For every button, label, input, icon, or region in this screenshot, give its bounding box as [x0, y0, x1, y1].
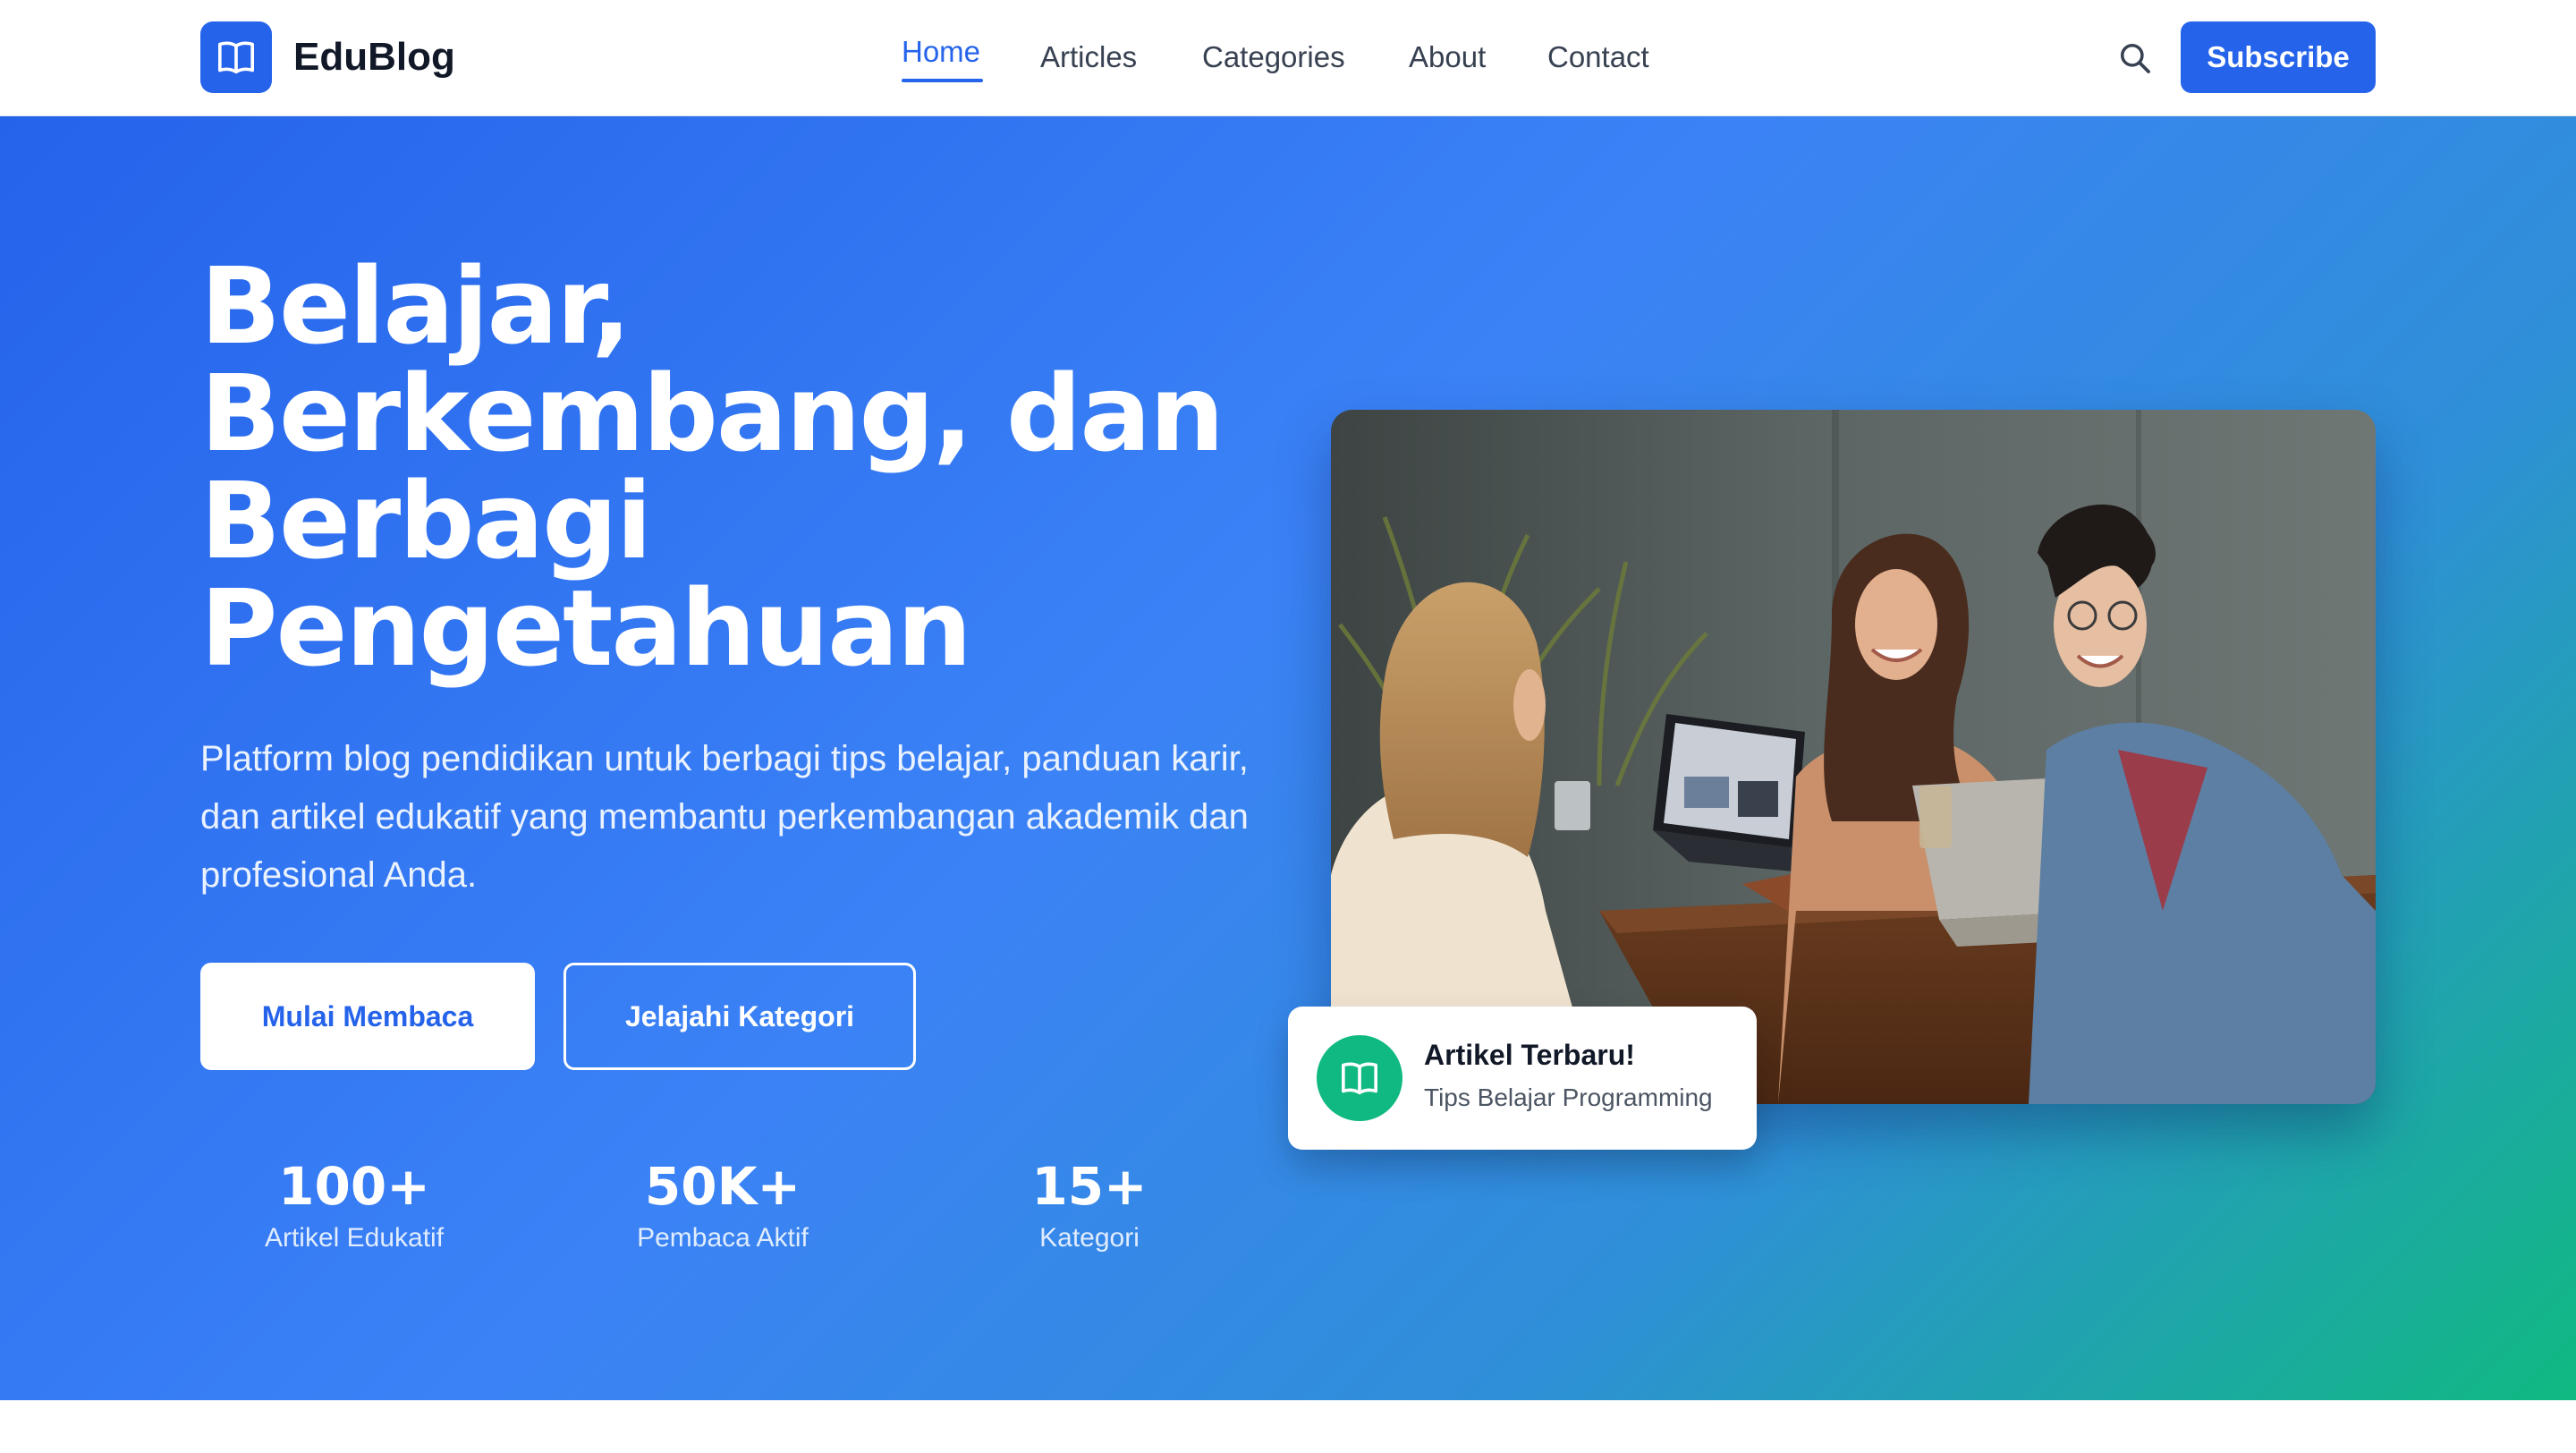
- search-button[interactable]: [2113, 36, 2157, 81]
- notification-title: Artikel Terbaru!: [1424, 1039, 1635, 1071]
- hero-title-line: Pengetahuan: [200, 566, 972, 690]
- explore-categories-button[interactable]: Jelajahi Kategori: [564, 963, 916, 1070]
- nav-contact[interactable]: Contact: [1547, 32, 1649, 82]
- nav-categories[interactable]: Categories: [1202, 32, 1345, 82]
- nav-articles[interactable]: Articles: [1040, 32, 1137, 82]
- hero-title-line: Berbagi: [200, 459, 652, 582]
- nav-home[interactable]: Home: [902, 27, 980, 77]
- latest-article-card[interactable]: Artikel Terbaru! Tips Belajar Programmin…: [1288, 1007, 1757, 1150]
- students-photo: [1331, 410, 2376, 1104]
- stat-value: 50K+: [644, 1156, 801, 1217]
- book-open-icon: [1317, 1035, 1402, 1121]
- stat-value: 100+: [278, 1156, 430, 1217]
- notification-subtitle: Tips Belajar Programming: [1424, 1083, 1713, 1111]
- hero-title: Belajar, Berkembang, dan Berbagi Pengeta…: [200, 252, 1292, 682]
- brand-name[interactable]: EduBlog: [293, 32, 455, 82]
- stat-label: Pembaca Aktif: [637, 1223, 809, 1253]
- hero-section: Belajar, Berkembang, dan Berbagi Pengeta…: [0, 116, 2576, 1400]
- hero-title-line: Berkembang, dan: [200, 352, 1224, 475]
- nav-about[interactable]: About: [1409, 32, 1486, 82]
- hero-description: Platform blog pendidikan untuk berbagi t…: [200, 739, 1249, 895]
- search-icon: [2121, 44, 2150, 73]
- stat-label: Artikel Edukatif: [264, 1223, 445, 1253]
- stat-label: Kategori: [1039, 1223, 1140, 1253]
- nav-active-indicator: [902, 79, 983, 82]
- subscribe-button[interactable]: Subscribe: [2181, 21, 2376, 93]
- hero-image: [1331, 410, 2376, 1104]
- book-open-icon: [218, 41, 254, 74]
- stat-articles: 100+ Artikel Edukatif: [220, 1154, 488, 1256]
- hero-title-line: Belajar,: [200, 244, 631, 368]
- start-reading-button[interactable]: Mulai Membaca: [200, 963, 535, 1070]
- site-header: EduBlog Home Articles Categories About C…: [0, 0, 2576, 116]
- stat-categories: 15+ Kategori: [955, 1154, 1224, 1256]
- logo-icon[interactable]: [200, 21, 272, 93]
- stat-readers: 50K+ Pembaca Aktif: [589, 1154, 857, 1256]
- stat-value: 15+: [1031, 1156, 1148, 1217]
